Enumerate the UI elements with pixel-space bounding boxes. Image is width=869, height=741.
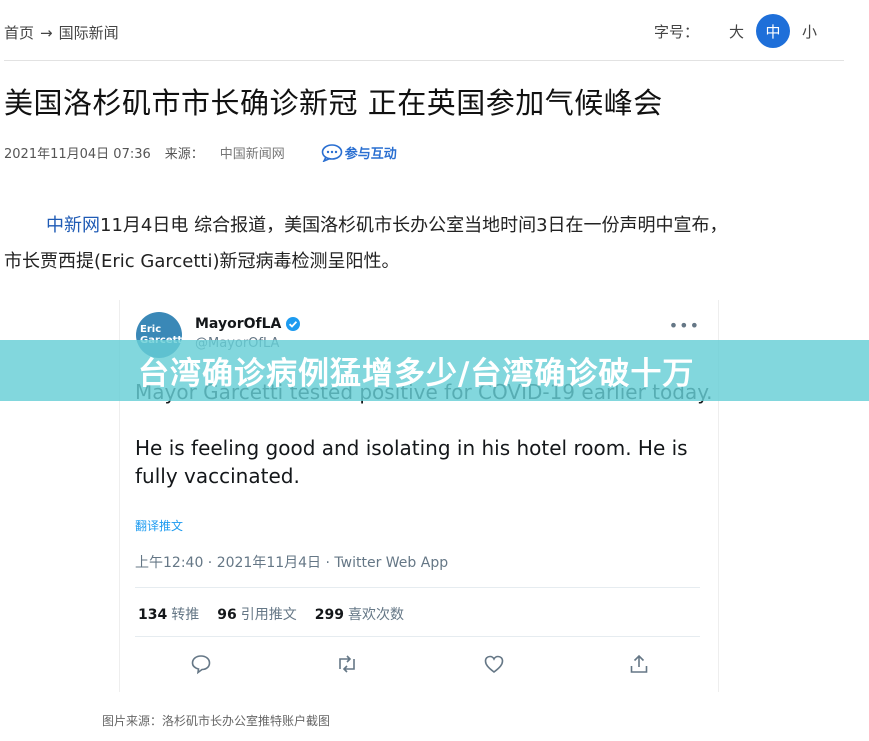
retweets-label: 转推 (171, 607, 200, 623)
translate-tweet-link: 翻译推文 (135, 519, 184, 533)
quotes-label: 引用推文 (240, 607, 297, 623)
breadcrumb: 首页 → 国际新闻 (4, 22, 119, 43)
font-size-small-button[interactable]: 小 (802, 21, 817, 42)
likes-label: 喜欢次数 (347, 607, 404, 623)
display-name-text: MayorOfLA (195, 316, 282, 332)
font-size-label: 字号： (653, 22, 699, 41)
like-icon (483, 653, 505, 675)
tweet-action-bar (190, 653, 650, 675)
article-title: 美国洛杉矶市市长确诊新冠 正在英国参加气候峰会 (4, 86, 663, 120)
image-caption: 图片来源：洛杉矶市长办公室推特账户截图 (102, 714, 331, 728)
article-datetime: 2021年11月04日 07:36 (4, 147, 151, 162)
tweet-timestamp: 上午12:40 · 2021年11月4日 · Twitter Web App (135, 555, 449, 571)
retweets-count: 134 (138, 607, 168, 623)
breadcrumb-home-link[interactable]: 首页 (4, 22, 34, 43)
breadcrumb-section-link[interactable]: 国际新闻 (59, 22, 119, 43)
source-name: 中国新闻网 (219, 147, 285, 162)
tweet-divider (135, 636, 700, 637)
source-label: 来源： (164, 147, 204, 162)
font-size-control: 字号： 大 中 小 (654, 14, 825, 48)
tweet-stats: 134 转推 96 引用推文 299 喜欢次数 (138, 604, 422, 624)
quotes-count: 96 (217, 607, 237, 623)
article-lead-paragraph: 中新网11月4日电 综合报道，美国洛杉矶市长办公室当地时间3日在一份声明中宣布，… (4, 208, 844, 280)
overlay-banner-text: 台湾确诊病例猛增多少/台湾确诊破十万 (138, 356, 695, 392)
quotes-stat: 96 引用推文 (217, 604, 296, 624)
verified-icon (286, 317, 301, 331)
comment-bubble-icon (321, 143, 343, 162)
avatar-text-line1: Eric (140, 324, 162, 335)
lead-text-line1: 11月4日电 综合报道，美国洛杉矶市长办公室当地时间3日在一份声明中宣布， (100, 215, 728, 236)
likes-count: 299 (314, 607, 344, 623)
retweets-stat: 134 转推 (138, 604, 199, 624)
interact-button[interactable]: 参与互动 (321, 143, 397, 162)
tweet-display-name: MayorOfLA (195, 316, 301, 332)
tweet-divider (135, 587, 700, 588)
share-icon (628, 653, 650, 675)
font-size-large-button[interactable]: 大 (729, 21, 744, 42)
agency-link[interactable]: 中新网 (46, 215, 100, 236)
top-bar: 首页 → 国际新闻 字号： 大 中 小 (0, 0, 869, 62)
font-size-medium-button[interactable]: 中 (755, 14, 790, 48)
tweet-paragraph-2: He is feeling good and isolating in his … (135, 436, 688, 488)
more-icon: ••• (668, 316, 700, 335)
interact-label: 参与互动 (344, 147, 397, 162)
retweet-icon (335, 653, 359, 675)
article-meta: 2021年11月04日 07:36 来源： 中国新闻网 参与互动 (4, 143, 397, 162)
likes-stat: 299 喜欢次数 (315, 604, 404, 624)
breadcrumb-arrow-icon: → (40, 24, 53, 42)
lead-text-line2: 市长贾西提(Eric Garcetti)新冠病毒检测呈阳性。 (4, 251, 400, 272)
header-divider (4, 60, 844, 61)
reply-icon (190, 653, 212, 675)
